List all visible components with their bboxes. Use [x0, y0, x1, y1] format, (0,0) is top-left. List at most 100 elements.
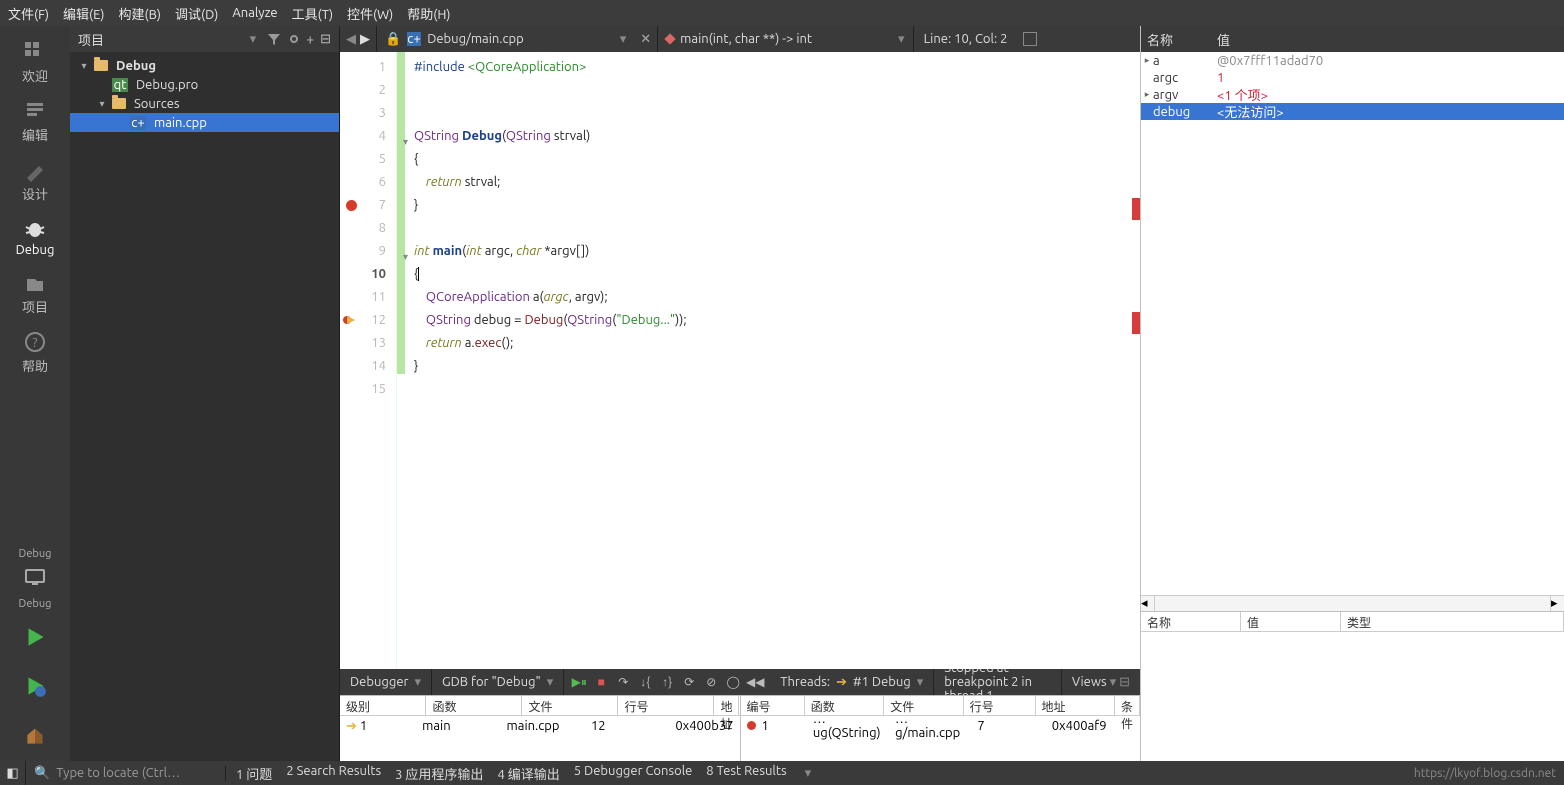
svg-text:?: ? — [32, 336, 37, 350]
abort-icon[interactable]: ⊘ — [702, 673, 720, 691]
run-button[interactable] — [22, 614, 48, 663]
views-menu[interactable]: Views ▾ ⊟ — [1062, 675, 1140, 690]
locals-body[interactable]: ▸a@0x7fff11adad70argc1▸argv<1 个项>debug<无… — [1141, 52, 1564, 595]
menu-help[interactable]: 帮助(H) — [407, 4, 450, 23]
symbol-crumb-label: main(int, char **) -> int — [680, 32, 812, 46]
mode-welcome[interactable]: 欢迎 — [0, 32, 70, 91]
tree-item[interactable]: ▾Debug — [70, 56, 339, 75]
col-addr[interactable]: 地址 — [714, 696, 739, 715]
kit-target-icon[interactable] — [0, 564, 70, 594]
col-level[interactable]: 级别 — [340, 696, 426, 715]
step-over-icon[interactable]: ↷ — [614, 673, 632, 691]
reverse-icon[interactable]: ◀◀ — [746, 673, 764, 691]
locals-row[interactable]: argc1 — [1141, 69, 1564, 86]
debugger-toolbar: Debugger▾ GDB for "Debug"▾ ▶⏸ ■ ↷ ↓{ ↑} … — [340, 669, 1140, 695]
project-pane: 项目 ▾ + ⊟ ▾DebugqtDebug.pro▾Sourcesc+main… — [70, 26, 340, 761]
split-icon[interactable]: ⊟ — [320, 32, 331, 47]
output-tab[interactable]: 3 应用程序输出 — [395, 764, 483, 783]
output-tab[interactable]: 8 Test Results — [706, 764, 786, 783]
stack-table[interactable]: 级别 函数 文件 行号 地址 ➔ 1 main main.cpp 12 0x40… — [340, 696, 741, 761]
breakpoints-table[interactable]: 编号 函数 文件 行号 地址 条件 1 …ug(QString) …g/main… — [741, 696, 1141, 761]
menu-build[interactable]: 构建(B) — [119, 4, 161, 23]
col-file[interactable]: 文件 — [522, 696, 618, 715]
svg-text:c+: c+ — [131, 116, 144, 130]
filter-icon[interactable] — [266, 31, 282, 47]
continue-icon[interactable]: ▶⏸ — [570, 673, 588, 691]
expr-col-type[interactable]: 类型 — [1341, 612, 1564, 631]
output-tabs: 1 问题 2 Search Results 3 应用程序输出 4 编译输出 5 Debu… — [226, 764, 797, 783]
locator-placeholder: Type to locate (Ctrl… — [56, 766, 180, 780]
tree-item[interactable]: qtDebug.pro — [70, 75, 339, 94]
dropdown-icon[interactable]: ▾ — [620, 32, 627, 47]
locator-input[interactable]: 🔍 Type to locate (Ctrl… — [26, 766, 226, 781]
project-tree[interactable]: ▾DebugqtDebug.pro▾Sourcesc+main.cpp — [70, 52, 339, 761]
menubar: 文件(F) 编辑(E) 构建(B) 调试(D) Analyze 工具(T) 控件… — [0, 0, 1564, 26]
run-debug-button[interactable] — [22, 663, 48, 712]
code-editor[interactable]: 1234▾56789▾101112131415 #include <QCoreA… — [340, 52, 1140, 669]
locals-col-value[interactable]: 值 — [1211, 30, 1564, 49]
mode-design[interactable]: 设计 — [0, 150, 70, 209]
mode-help[interactable]: ?帮助 — [0, 322, 70, 381]
mode-projects-label: 项目 — [22, 297, 48, 316]
symbol-crumb[interactable]: main(int, char **) -> int ▾ — [657, 26, 912, 52]
col-num[interactable]: 编号 — [741, 696, 805, 715]
step-out-icon[interactable]: ↑} — [658, 673, 676, 691]
col-line[interactable]: 行号 — [618, 696, 714, 715]
tree-item[interactable]: c+main.cpp — [70, 113, 339, 132]
kit-selector[interactable]: Debug — [19, 544, 52, 564]
output-tab[interactable]: 1 问题 — [236, 764, 272, 783]
debug-tables: 级别 函数 文件 行号 地址 ➔ 1 main main.cpp 12 0x40… — [340, 695, 1140, 761]
scrollbar[interactable]: ◂▸ — [1141, 595, 1564, 611]
project-pane-title: 项目 — [78, 30, 250, 49]
mode-projects[interactable]: 项目 — [0, 263, 70, 322]
menu-tools[interactable]: 工具(T) — [292, 4, 333, 23]
expr-col-name[interactable]: 名称 — [1141, 612, 1241, 631]
locals-col-name[interactable]: 名称 — [1141, 30, 1211, 49]
build-button[interactable] — [22, 712, 48, 761]
breakpoint-row[interactable]: 1 …ug(QString) …g/main.cpp 7 0x400af9 — [741, 716, 1141, 736]
svg-text:qt: qt — [114, 78, 127, 92]
output-tab[interactable]: 2 Search Results — [286, 764, 381, 783]
tree-item[interactable]: ▾Sources — [70, 94, 339, 113]
col-addr[interactable]: 地址 — [1036, 696, 1115, 715]
debugger-label[interactable]: Debugger▾ — [340, 669, 432, 695]
nav-back-icon[interactable]: ◀ — [346, 32, 356, 47]
col-func[interactable]: 函数 — [426, 696, 522, 715]
svg-text:c+: c+ — [407, 32, 420, 46]
locals-row[interactable]: ▸a@0x7fff11adad70 — [1141, 52, 1564, 69]
col-cond[interactable]: 条件 — [1115, 696, 1140, 715]
menu-widgets[interactable]: 控件(W) — [347, 4, 393, 23]
split-editor-icon[interactable] — [1023, 32, 1037, 46]
output-tab[interactable]: 5 Debugger Console — [574, 764, 693, 783]
threads-selector[interactable]: Threads: ➔ #1 Debug ▾ — [770, 669, 934, 695]
stop-icon[interactable]: ■ — [592, 673, 610, 691]
col-line[interactable]: 行号 — [964, 696, 1036, 715]
locals-row[interactable]: ▸argv<1 个项> — [1141, 86, 1564, 103]
add-icon[interactable]: + — [306, 31, 314, 47]
step-into-icon[interactable]: ↓{ — [636, 673, 654, 691]
record-icon[interactable]: ◯ — [724, 673, 742, 691]
dropdown-icon[interactable]: ▾ — [250, 32, 257, 47]
close-doc-icon[interactable]: ✕ — [634, 32, 657, 47]
debugger-preset[interactable]: GDB for "Debug"▾ — [432, 669, 564, 695]
cursor-position: Line: 10, Col: 2 — [913, 26, 1018, 52]
expr-col-value[interactable]: 值 — [1241, 612, 1341, 631]
stack-row[interactable]: ➔ 1 main main.cpp 12 0x400b37 — [340, 716, 740, 736]
nav-fwd-icon[interactable]: ▶ — [360, 32, 370, 47]
menu-analyze[interactable]: Analyze — [232, 6, 277, 20]
menu-edit[interactable]: 编辑(E) — [63, 4, 104, 23]
mode-edit[interactable]: 编辑 — [0, 91, 70, 150]
menu-debug[interactable]: 调试(D) — [175, 4, 218, 23]
restart-icon[interactable]: ⟳ — [680, 673, 698, 691]
output-tab[interactable]: 4 编译输出 — [497, 764, 559, 783]
link-icon[interactable] — [286, 31, 302, 47]
sidebar-toggle-icon[interactable]: ◧ — [0, 761, 26, 785]
menu-file[interactable]: 文件(F) — [8, 4, 49, 23]
dropdown-icon[interactable]: ▾ — [805, 766, 812, 781]
locals-row[interactable]: debug<无法访问> — [1141, 103, 1564, 120]
mode-debug[interactable]: Debug — [0, 209, 70, 263]
dropdown-icon[interactable]: ▾ — [898, 32, 905, 47]
mode-edit-label: 编辑 — [22, 125, 48, 144]
open-doc-name: Debug/main.cpp — [427, 32, 524, 46]
open-doc-selector[interactable]: 🔒 c+ Debug/main.cpp ▾ — [376, 26, 634, 52]
